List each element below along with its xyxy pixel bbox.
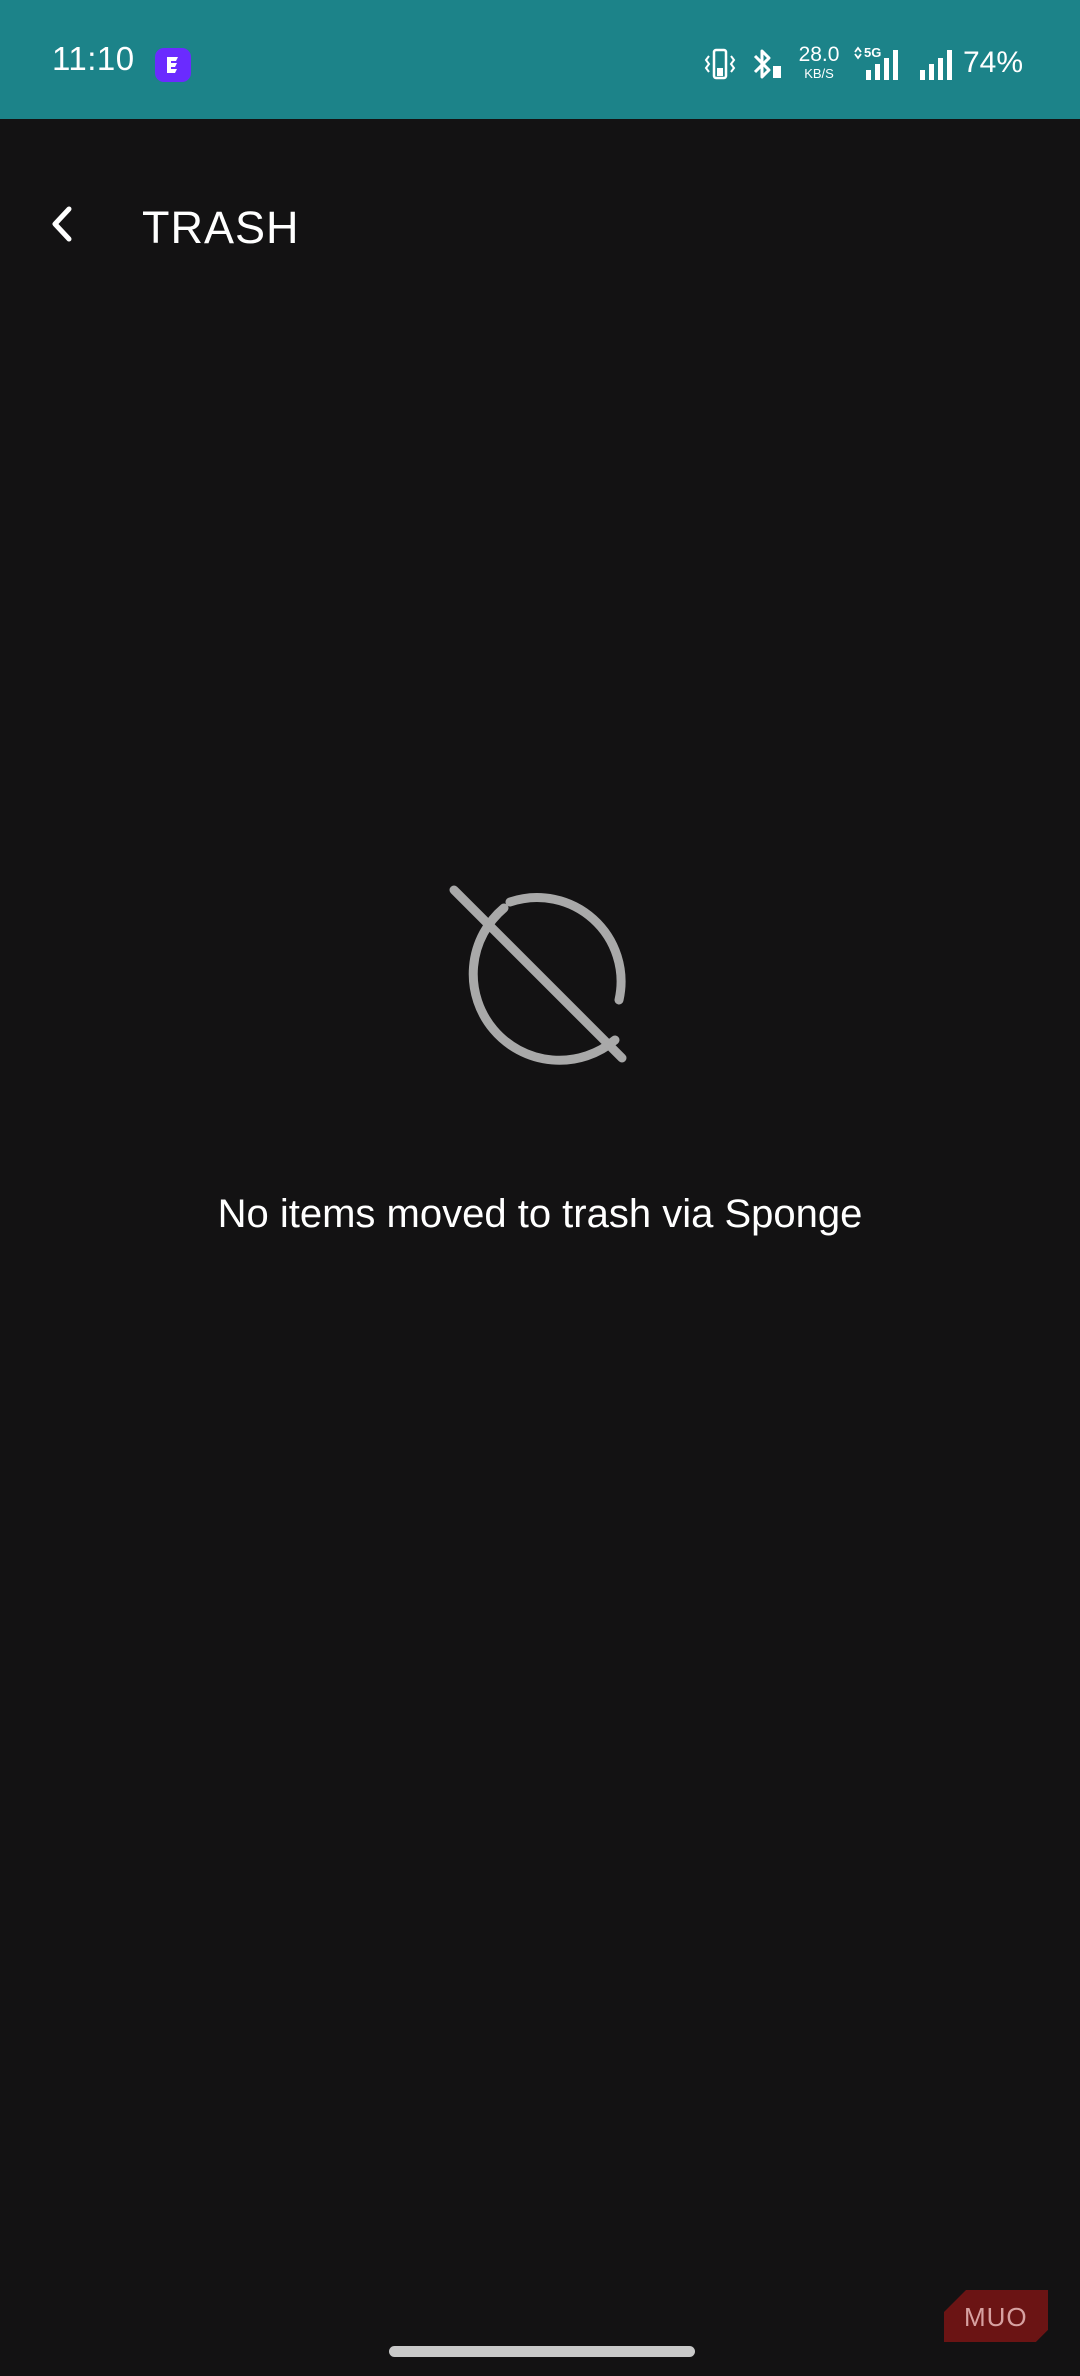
battery-level: 74% [963,46,1024,79]
app-badge-icon [155,48,191,82]
vibrate-icon [703,46,737,87]
disabled-circle-icon [446,882,634,1070]
network-type-label: 5G [864,45,881,60]
muo-watermark: MUO [944,2290,1048,2342]
network-speed-value: 28.0 [798,43,840,66]
watermark-text: MUO [964,2302,1028,2332]
bluetooth-icon [749,46,783,87]
network-speed: 28.0 KB/S [796,44,842,80]
network-speed-unit: KB/S [804,66,834,81]
page-title: TRASH [142,202,300,253]
status-time: 11:10 [52,40,135,77]
back-button[interactable] [30,194,94,258]
status-bar: 11:10 28.0 KB/S 5G 74% [0,0,1080,119]
empty-state-message: No items moved to trash via Sponge [217,1192,863,1236]
signal-strength-icon [918,44,958,87]
signal-5g-icon: 5G [852,44,908,87]
chevron-left-icon [47,204,77,249]
home-indicator[interactable] [389,2346,695,2357]
app-header: TRASH [0,119,1080,337]
